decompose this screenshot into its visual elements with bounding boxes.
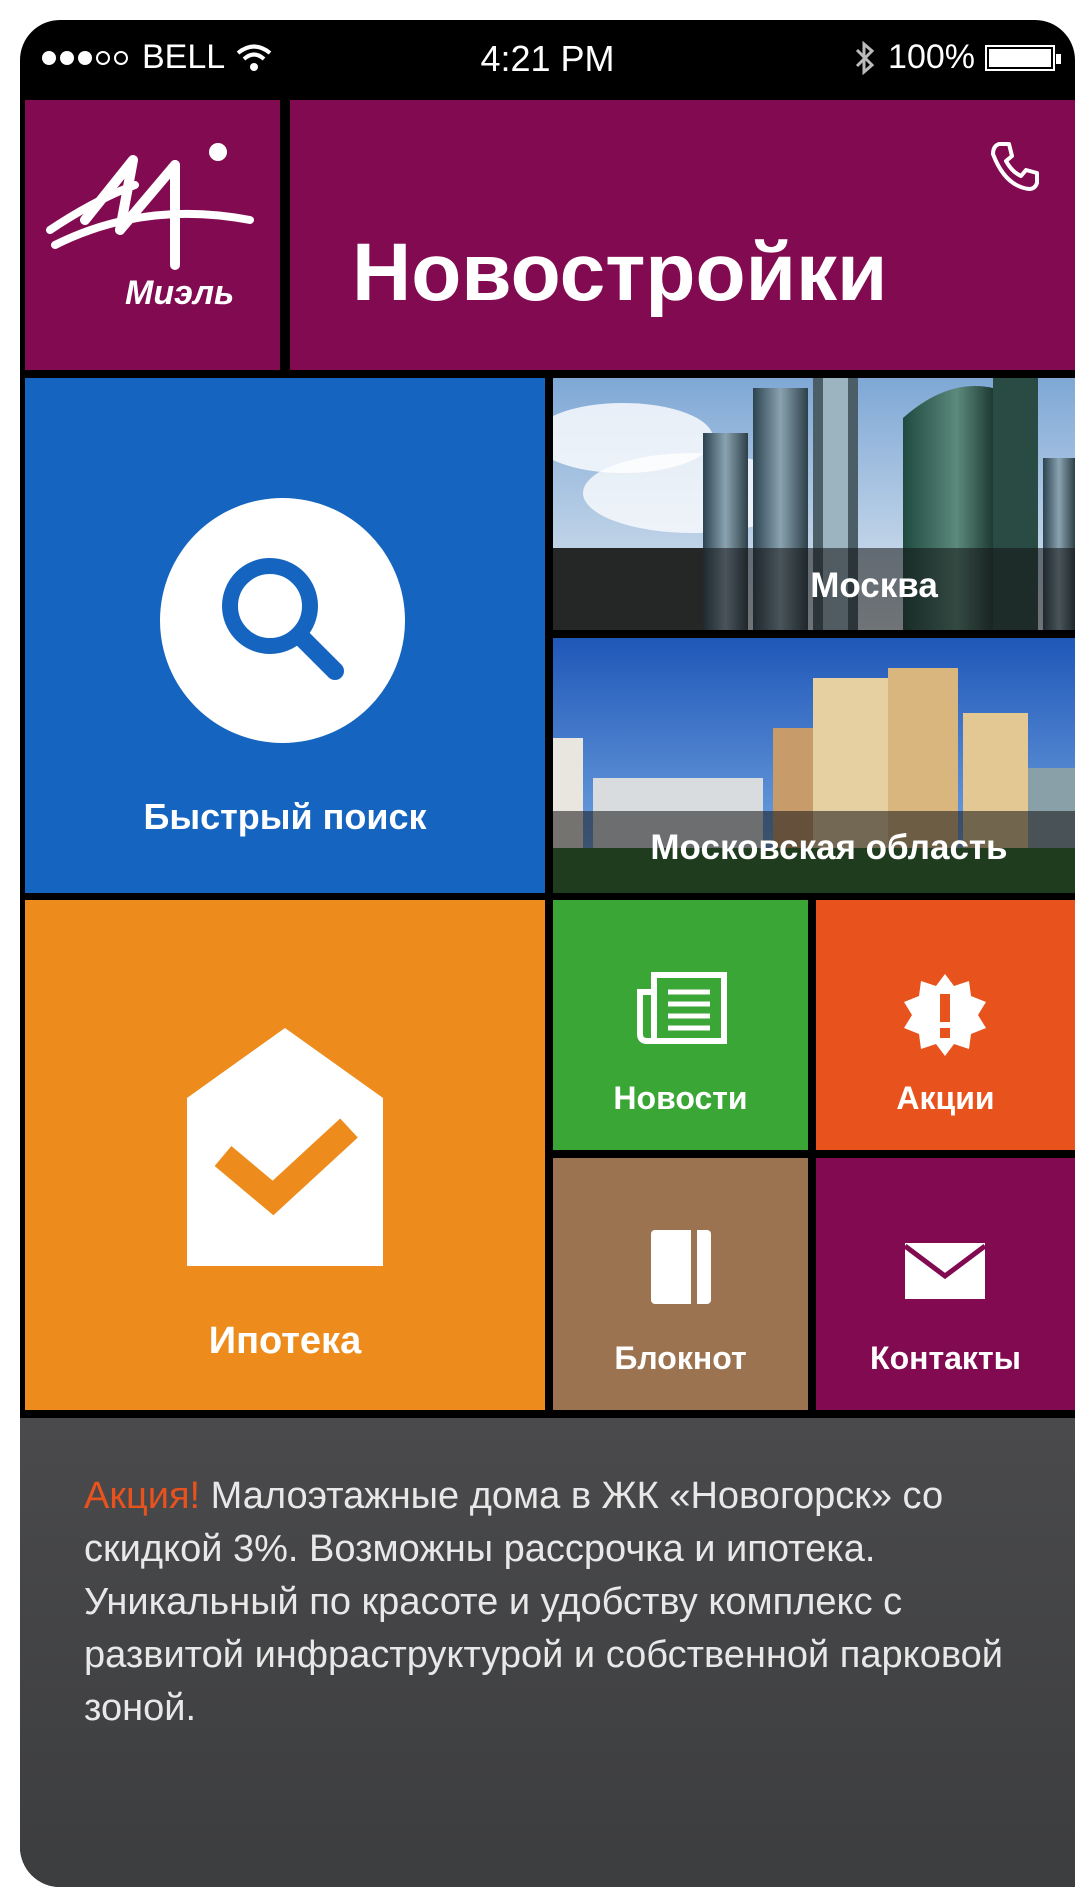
promo-banner[interactable]: Акция! Малоэтажные дома в ЖК «Новогорск»… bbox=[20, 1418, 1075, 1887]
mortgage-label: Ипотека bbox=[208, 1320, 362, 1362]
logo-text: Миэль bbox=[125, 274, 235, 312]
promos-tile[interactable]: Акции bbox=[816, 900, 1075, 1150]
contacts-tile[interactable]: Контакты bbox=[816, 1158, 1075, 1410]
moscow-region-label: Московская область bbox=[650, 828, 1008, 867]
promo-body: Малоэтажные дома в ЖК «Новогорск» со ски… bbox=[84, 1475, 1003, 1729]
battery-icon bbox=[985, 44, 1061, 71]
notebook-label: Блокнот bbox=[614, 1340, 747, 1376]
alert-badge-icon bbox=[904, 974, 986, 1056]
brand-logo[interactable]: Миэль bbox=[25, 100, 280, 370]
moscow-tile[interactable]: Москва bbox=[553, 378, 1075, 630]
notebook-icon bbox=[651, 1230, 711, 1304]
bluetooth-icon bbox=[855, 40, 875, 75]
notebook-tile[interactable]: Блокнот bbox=[553, 1158, 808, 1410]
phone-screen: BELL 4:21 PM 100% Миэль Новостройки Быст… bbox=[20, 20, 1075, 1887]
envelope-icon bbox=[904, 1243, 986, 1299]
search-icon bbox=[222, 558, 344, 680]
house-check-icon bbox=[187, 1028, 383, 1266]
promos-label: Акции bbox=[896, 1080, 995, 1116]
page-title: Новостройки bbox=[352, 227, 888, 318]
status-bar: BELL 4:21 PM 100% bbox=[20, 20, 1075, 98]
contacts-label: Контакты bbox=[870, 1340, 1021, 1376]
promo-text: Акция! Малоэтажные дома в ЖК «Новогорск»… bbox=[84, 1470, 1064, 1735]
logo-mark-icon bbox=[46, 143, 254, 270]
news-label: Новости bbox=[613, 1080, 748, 1116]
quick-search-label: Быстрый поиск bbox=[143, 796, 427, 837]
moscow-label: Москва bbox=[810, 566, 938, 605]
quick-search-tile[interactable]: Быстрый поиск bbox=[25, 378, 545, 893]
promo-highlight: Акция! bbox=[84, 1475, 201, 1517]
mortgage-tile[interactable]: Ипотека bbox=[25, 900, 545, 1410]
header-bar: Новостройки bbox=[290, 100, 1075, 370]
phone-icon[interactable] bbox=[985, 136, 1045, 196]
moscow-region-tile[interactable]: Московская область bbox=[553, 638, 1075, 893]
news-tile[interactable]: Новости bbox=[553, 900, 808, 1150]
newspaper-icon bbox=[637, 972, 727, 1044]
battery-percent: 100% bbox=[888, 38, 975, 76]
